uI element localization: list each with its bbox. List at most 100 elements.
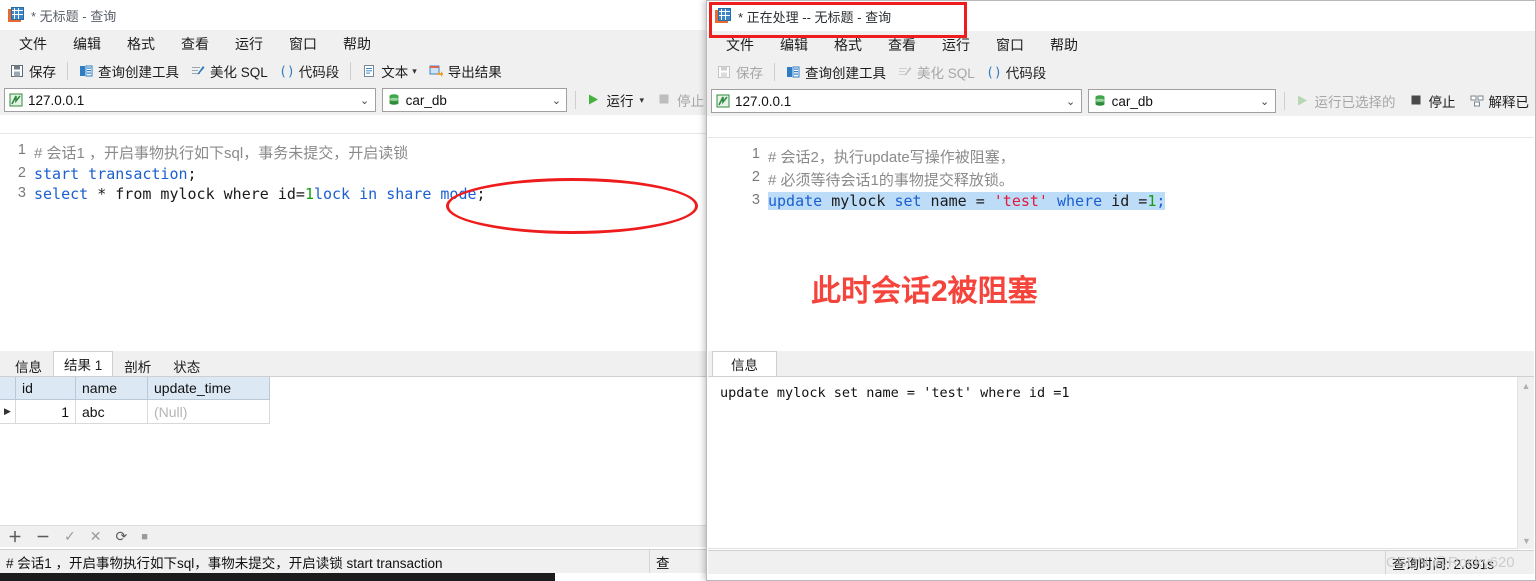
screenshot-root: * 无标题 - 查询 文件 编辑 格式 查看 运行 窗口 帮助 保存 查询创建工…	[0, 0, 1536, 581]
tab-result-1[interactable]: 结果 1	[53, 351, 114, 376]
left-toolbar[interactable]: 保存 查询创建工具 美化 SQL () 代码段	[0, 57, 710, 85]
export-result-button[interactable]: 导出结果	[423, 59, 508, 83]
grid-col-name[interactable]: name	[76, 377, 148, 400]
chevron-down-icon[interactable]: ▾	[412, 66, 417, 77]
grid-col-id[interactable]: id	[16, 377, 76, 400]
right-titlebar[interactable]: * 正在处理 -- 无标题 - 查询	[707, 1, 1535, 31]
database-icon	[387, 93, 402, 108]
left-result-tabs[interactable]: 信息 结果 1 剖析 状态	[0, 351, 710, 377]
tab-status[interactable]: 状态	[162, 354, 212, 376]
menu-run[interactable]: 运行	[222, 32, 276, 56]
toolbar-separator-2	[350, 62, 352, 80]
message-vertical-scrollbar[interactable]: ▲ ▼	[1517, 377, 1534, 549]
database-value: car_db	[405, 92, 447, 108]
connection-value: 127.0.0.1	[28, 92, 85, 108]
sql-number: 1	[1147, 192, 1157, 210]
line-number: 1	[751, 146, 760, 162]
save-button[interactable]: 保存	[4, 59, 62, 83]
menu-help[interactable]: 帮助	[330, 32, 384, 56]
menu-view[interactable]: 查看	[168, 32, 222, 56]
run-selected-label: 运行已选择的	[1314, 95, 1396, 110]
sql-text: id =	[1102, 192, 1148, 210]
menu-run[interactable]: 运行	[929, 33, 983, 57]
database-select[interactable]: car_db ⌄	[381, 88, 568, 112]
query-builder-button[interactable]: 查询创建工具	[73, 59, 185, 83]
cell-update-time[interactable]: (Null)	[148, 400, 270, 424]
menu-window[interactable]: 窗口	[983, 33, 1037, 57]
menu-format[interactable]: 格式	[821, 33, 875, 57]
menu-view[interactable]: 查看	[875, 33, 929, 57]
code-snippet-icon: ()	[280, 64, 295, 79]
scroll-down-arrow[interactable]: ▼	[1518, 532, 1535, 549]
export-result-icon	[429, 64, 444, 79]
sql-string: 'test'	[993, 192, 1048, 210]
left-sql-editor[interactable]: 1 # 会话1 ，开启事物执行如下sql，事务未提交，开启读锁 2 start …	[0, 133, 710, 348]
plus-icon[interactable]: ＋	[8, 527, 22, 547]
table-row[interactable]: ▶ 1 abc (Null)	[0, 400, 710, 424]
right-result-tabs[interactable]: 信息	[708, 351, 1534, 377]
menu-edit[interactable]: 编辑	[767, 33, 821, 57]
annotation-session2-blocked: 此时会话2被阻塞	[811, 275, 1038, 308]
query-builder-button[interactable]: 查询创建工具	[780, 60, 892, 84]
connection-select[interactable]: 127.0.0.1 ⌄	[711, 89, 1082, 113]
code-snippet-button[interactable]: () 代码段	[981, 60, 1053, 84]
beautify-sql-button[interactable]: 美化 SQL	[185, 59, 274, 83]
left-titlebar[interactable]: * 无标题 - 查询	[0, 0, 710, 30]
explain-button[interactable]: 解释已	[1468, 89, 1536, 113]
right-message-pane[interactable]: update mylock set name = 'test' where id…	[708, 377, 1534, 549]
right-sql-editor[interactable]: 1 # 会话2，执行update写操作被阻塞， 2 # 必须等待会话1的事物提交…	[708, 137, 1534, 349]
text-button[interactable]: 文本 ▾	[356, 59, 423, 83]
menu-help[interactable]: 帮助	[1037, 33, 1091, 57]
chevron-down-icon[interactable]: ▾	[639, 95, 644, 106]
play-icon	[587, 93, 602, 108]
line-number: 1	[17, 142, 26, 158]
record-navigation-toolbar[interactable]: ＋ － ✓ ✕ ⟳ ■	[0, 525, 710, 547]
tab-info[interactable]: 信息	[4, 354, 53, 376]
chevron-down-icon[interactable]: ⌄	[1063, 95, 1079, 108]
menu-edit[interactable]: 编辑	[60, 32, 114, 56]
menu-file[interactable]: 文件	[6, 32, 60, 56]
sql-text: mylock	[822, 192, 895, 210]
menu-window[interactable]: 窗口	[276, 32, 330, 56]
cell-id[interactable]: 1	[16, 400, 76, 424]
sql-comment: # 会话1 ，开启事物执行如下sql，事务未提交，开启读锁	[34, 145, 409, 162]
stop-button: 停止	[656, 88, 710, 112]
left-result-grid[interactable]: id name update_time ▶ 1 abc (Null)	[0, 377, 710, 522]
grid-header-row: id name update_time	[0, 377, 710, 400]
right-toolbar[interactable]: 保存 查询创建工具 美化 SQL () 代码段	[707, 58, 1535, 86]
database-select[interactable]: car_db ⌄	[1087, 89, 1276, 113]
database-icon	[1093, 94, 1108, 109]
save-icon	[717, 65, 732, 80]
refresh-icon[interactable]: ⟳	[115, 528, 127, 545]
query-builder-label: 查询创建工具	[805, 66, 886, 81]
sql-keyword: where	[1057, 192, 1103, 210]
chevron-down-icon[interactable]: ⌄	[357, 94, 373, 107]
left-connection-bar[interactable]: 127.0.0.1 ⌄ car_db ⌄ 运行 ▾ 停止	[0, 85, 710, 115]
menu-file[interactable]: 文件	[713, 33, 767, 57]
connbar-separator	[1283, 92, 1285, 110]
code-snippet-button[interactable]: () 代码段	[274, 59, 346, 83]
menu-format[interactable]: 格式	[114, 32, 168, 56]
right-menubar[interactable]: 文件 编辑 格式 查看 运行 窗口 帮助	[707, 31, 1535, 58]
chevron-down-icon[interactable]: ⌄	[548, 94, 564, 107]
run-button[interactable]: 运行 ▾	[587, 88, 650, 112]
stop-button[interactable]: 停止	[1408, 89, 1462, 113]
line-number: 3	[17, 185, 26, 201]
cell-name[interactable]: abc	[76, 400, 148, 424]
connection-select[interactable]: 127.0.0.1 ⌄	[4, 88, 376, 112]
save-button: 保存	[711, 60, 769, 84]
tab-info[interactable]: 信息	[712, 351, 777, 376]
cross-icon: ✕	[89, 528, 102, 544]
scroll-up-arrow[interactable]: ▲	[1518, 377, 1534, 394]
right-connection-bar[interactable]: 127.0.0.1 ⌄ car_db ⌄ 运行已选择的 停止 解释已	[707, 86, 1535, 116]
chevron-down-icon[interactable]: ⌄	[1257, 95, 1273, 108]
left-query-window[interactable]: * 无标题 - 查询 文件 编辑 格式 查看 运行 窗口 帮助 保存 查询创建工…	[0, 0, 710, 581]
stop-icon	[658, 93, 673, 108]
right-query-window[interactable]: * 正在处理 -- 无标题 - 查询 文件 编辑 格式 查看 运行 窗口 帮助 …	[706, 0, 1536, 581]
tab-profile[interactable]: 剖析	[113, 354, 163, 376]
minus-icon[interactable]: －	[36, 527, 50, 547]
selected-sql-statement[interactable]: update mylock set name = 'test' where id…	[768, 192, 1166, 210]
grid-col-update-time[interactable]: update_time	[148, 377, 270, 400]
left-menubar[interactable]: 文件 编辑 格式 查看 运行 窗口 帮助	[0, 30, 710, 57]
code-snippet-label: 代码段	[1005, 66, 1047, 81]
